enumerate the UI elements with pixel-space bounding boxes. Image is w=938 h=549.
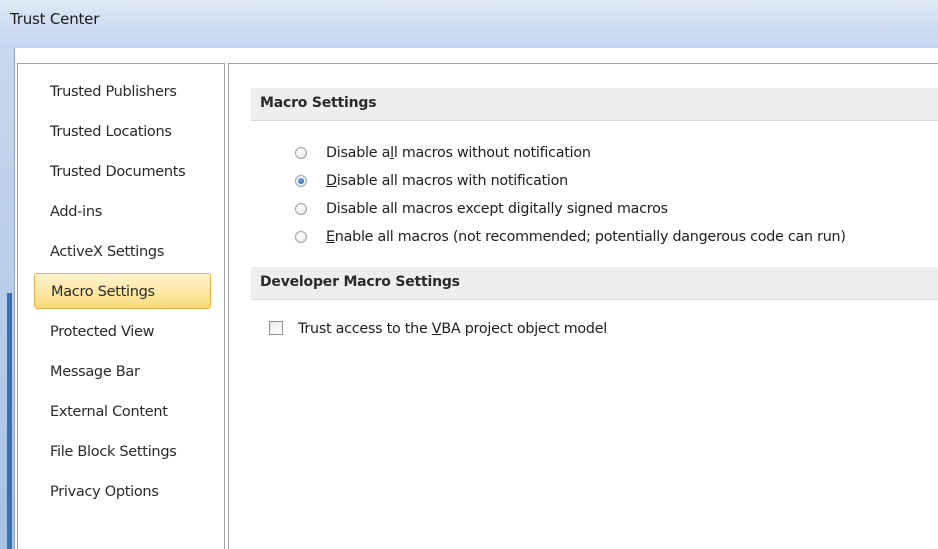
settings-panel: Macro Settings Disable all macros withou… bbox=[228, 63, 938, 549]
access-key: D bbox=[326, 173, 337, 189]
radio-button[interactable] bbox=[295, 203, 307, 215]
sidebar-item-message-bar[interactable]: Message Bar bbox=[34, 354, 211, 390]
sidebar-nav: Trusted Publishers Trusted Locations Tru… bbox=[17, 63, 225, 549]
macro-settings-heading: Macro Settings bbox=[251, 88, 938, 121]
radio-button[interactable] bbox=[295, 231, 307, 243]
sidebar-item-trusted-locations[interactable]: Trusted Locations bbox=[34, 114, 211, 150]
radio-label[interactable]: Disable all macros except digitally sign… bbox=[326, 198, 668, 220]
title-bar[interactable]: Trust Center bbox=[0, 0, 938, 49]
sidebar-item-protected-view[interactable]: Protected View bbox=[34, 314, 211, 350]
sidebar-item-trusted-publishers[interactable]: Trusted Publishers bbox=[34, 74, 211, 110]
sidebar-item-external-content[interactable]: External Content bbox=[34, 394, 211, 430]
sidebar-item-add-ins[interactable]: Add-ins bbox=[34, 194, 211, 230]
sidebar-item-file-block-settings[interactable]: File Block Settings bbox=[34, 434, 211, 470]
radio-label[interactable]: Disable all macros with notification bbox=[326, 170, 568, 192]
access-key: V bbox=[431, 321, 442, 337]
window-frame-accent bbox=[7, 293, 12, 549]
developer-macro-settings-heading: Developer Macro Settings bbox=[251, 267, 938, 300]
sidebar-item-macro-settings[interactable]: Macro Settings bbox=[34, 273, 211, 309]
radio-button-selected[interactable] bbox=[295, 175, 307, 187]
trust-center-window: Trust Center Trusted Publishers Trusted … bbox=[0, 0, 938, 549]
radio-label[interactable]: Enable all macros (not recommended; pote… bbox=[326, 226, 846, 248]
sidebar-item-activex-settings[interactable]: ActiveX Settings bbox=[34, 234, 211, 270]
vba-trust-access-label[interactable]: Trust access to the VBA project object m… bbox=[298, 318, 607, 340]
radio-button[interactable] bbox=[295, 147, 307, 159]
radio-label[interactable]: Disable all macros without notification bbox=[326, 142, 591, 164]
sidebar-item-privacy-options[interactable]: Privacy Options bbox=[34, 474, 211, 510]
vba-trust-access-checkbox[interactable] bbox=[269, 321, 283, 335]
access-key: E bbox=[326, 229, 335, 245]
access-key: g bbox=[520, 201, 530, 217]
window-title: Trust Center bbox=[10, 10, 100, 28]
sidebar-item-trusted-documents[interactable]: Trusted Documents bbox=[34, 154, 211, 190]
